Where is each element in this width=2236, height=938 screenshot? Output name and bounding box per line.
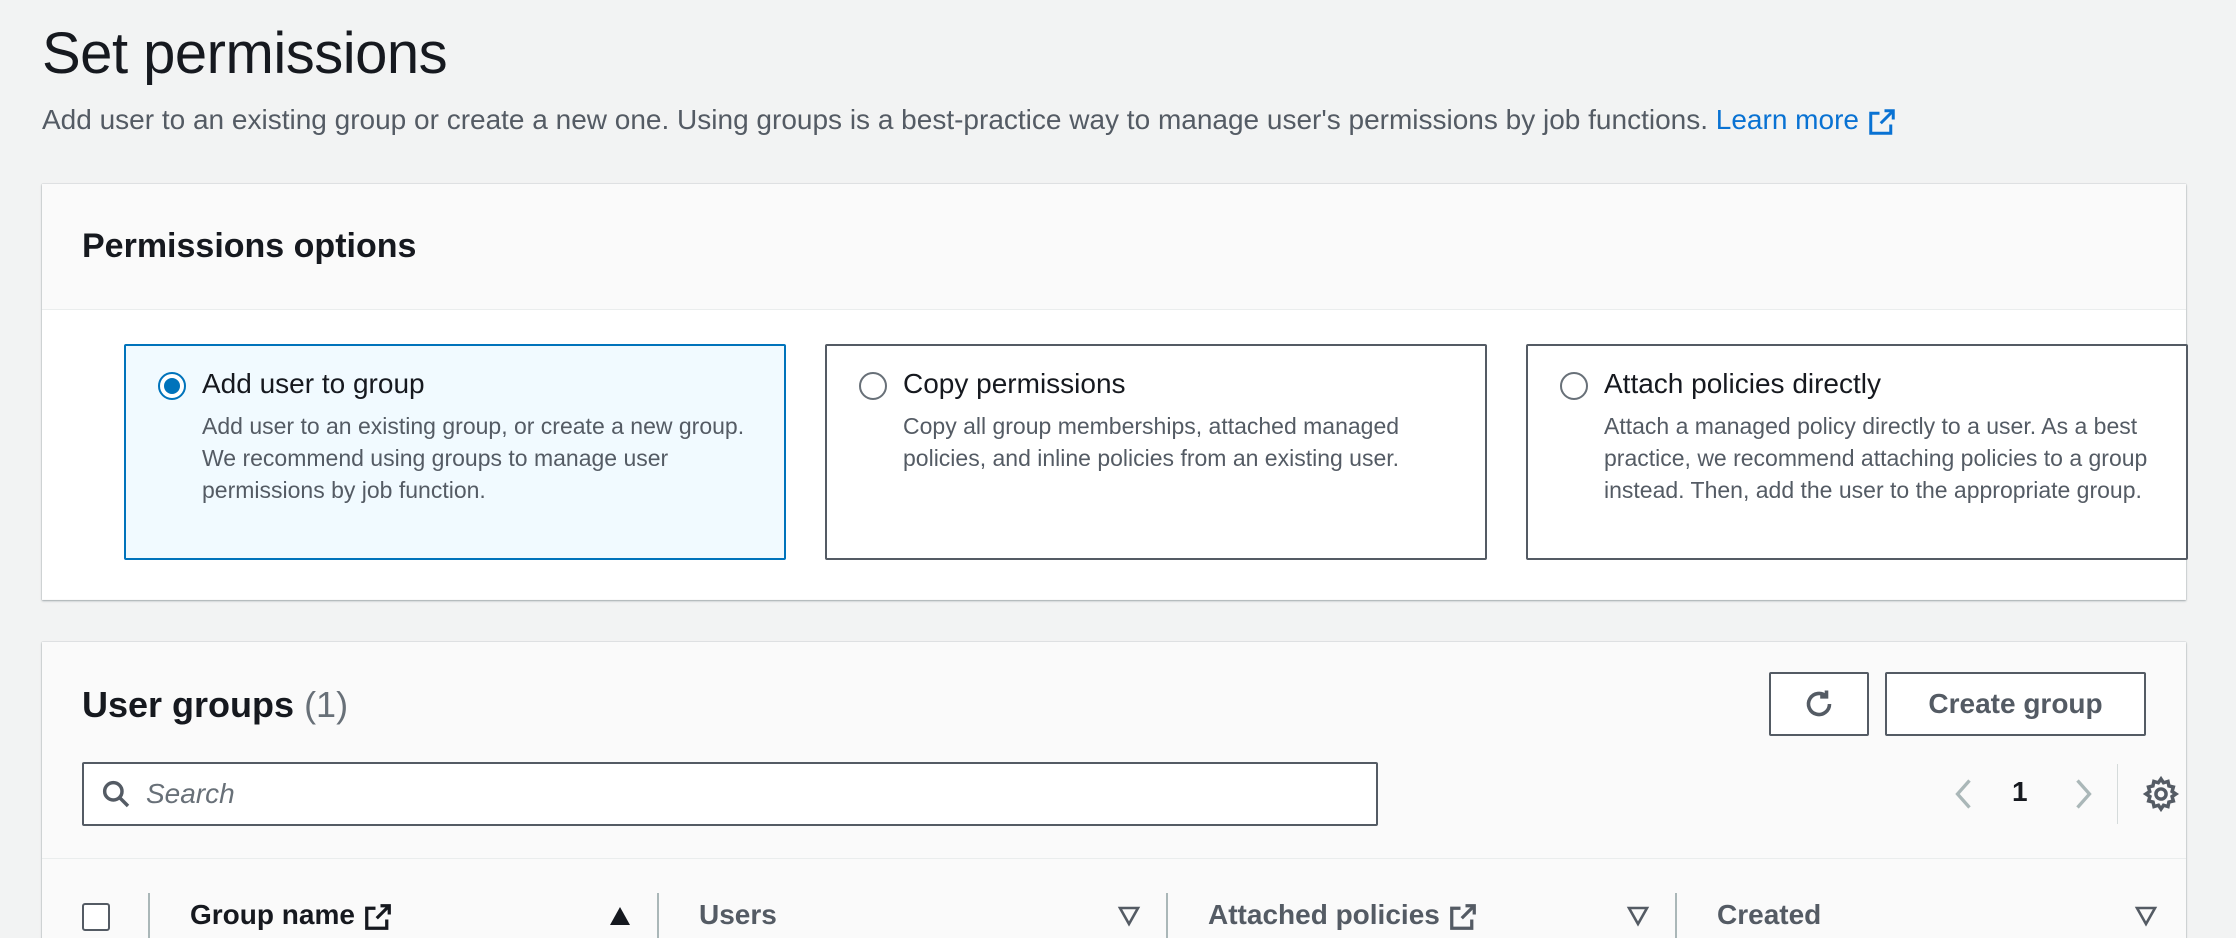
column-header-label: Users xyxy=(699,899,777,930)
chevron-left-icon[interactable] xyxy=(1947,774,1983,814)
column-separator xyxy=(1675,893,1677,938)
option-add-user-to-group[interactable]: Add user to group Add user to an existin… xyxy=(124,344,786,560)
column-header-users[interactable]: Users xyxy=(699,899,777,931)
learn-more-link[interactable]: Learn more xyxy=(1716,104,1897,135)
user-groups-title: User groups (1) xyxy=(82,684,348,726)
search-field[interactable] xyxy=(82,762,1378,826)
radio-attach-policies-directly[interactable] xyxy=(1560,372,1588,400)
create-group-button[interactable]: Create group xyxy=(1885,672,2146,736)
option-description: Add user to an existing group, or create… xyxy=(202,413,745,503)
column-header-label: Group name xyxy=(190,899,355,930)
permissions-options-panel: Permissions options Add user to group Ad… xyxy=(42,184,2188,600)
column-separator xyxy=(148,893,150,938)
user-groups-count: (1) xyxy=(304,684,349,725)
permissions-options-header: Permissions options xyxy=(42,184,2186,310)
sort-ascending-icon[interactable] xyxy=(608,905,632,927)
column-separator xyxy=(1166,893,1168,938)
refresh-button[interactable] xyxy=(1769,672,1869,736)
page-title: Set permissions xyxy=(42,21,448,86)
pagination-divider xyxy=(2117,764,2118,824)
table-header: Group name Users Attached policies Creat… xyxy=(42,858,2186,938)
page-description-text: Add user to an existing group or create … xyxy=(42,104,1708,135)
option-description: Attach a managed policy directly to a us… xyxy=(1604,413,2148,503)
column-header-group-name[interactable]: Group name xyxy=(190,899,393,932)
learn-more-label: Learn more xyxy=(1715,104,1859,135)
option-copy-permissions[interactable]: Copy permissions Copy all group membersh… xyxy=(825,344,1487,560)
external-link-icon xyxy=(1449,903,1476,930)
search-icon xyxy=(102,780,130,808)
column-header-attached-policies[interactable]: Attached policies xyxy=(1208,899,1478,932)
column-header-label: Attached policies xyxy=(1208,899,1440,930)
sort-descending-icon[interactable] xyxy=(1117,905,1141,927)
column-separator xyxy=(657,893,659,938)
page-description: Add user to an existing group or create … xyxy=(42,104,1897,137)
sort-descending-icon[interactable] xyxy=(2134,905,2158,927)
column-header-created[interactable]: Created xyxy=(1717,899,1821,931)
settings-gear-icon[interactable] xyxy=(2142,775,2180,813)
refresh-icon xyxy=(1806,690,1832,717)
column-header-label: Created xyxy=(1717,899,1822,930)
sort-descending-icon[interactable] xyxy=(1626,905,1650,927)
external-link-icon xyxy=(364,903,391,930)
chevron-right-icon[interactable] xyxy=(2064,774,2100,814)
external-link-icon xyxy=(1869,108,1895,135)
option-label: Attach policies directly xyxy=(1604,368,1882,399)
search-input[interactable] xyxy=(146,772,1346,816)
permissions-options-title: Permissions options xyxy=(82,227,417,265)
select-all-checkbox[interactable] xyxy=(82,903,110,931)
option-label: Copy permissions xyxy=(903,368,1126,399)
user-groups-title-text: User groups xyxy=(82,684,295,725)
radio-add-user-to-group[interactable] xyxy=(158,372,186,400)
option-attach-policies-directly[interactable]: Attach policies directly Attach a manage… xyxy=(1526,344,2188,560)
option-description: Copy all group memberships, attached man… xyxy=(903,413,1400,471)
user-groups-panel: User groups (1) Create group 1 Group nam… xyxy=(42,642,2186,938)
pagination-current-page[interactable]: 1 xyxy=(2012,776,2028,808)
radio-copy-permissions[interactable] xyxy=(859,372,887,400)
option-label: Add user to group xyxy=(202,368,425,399)
